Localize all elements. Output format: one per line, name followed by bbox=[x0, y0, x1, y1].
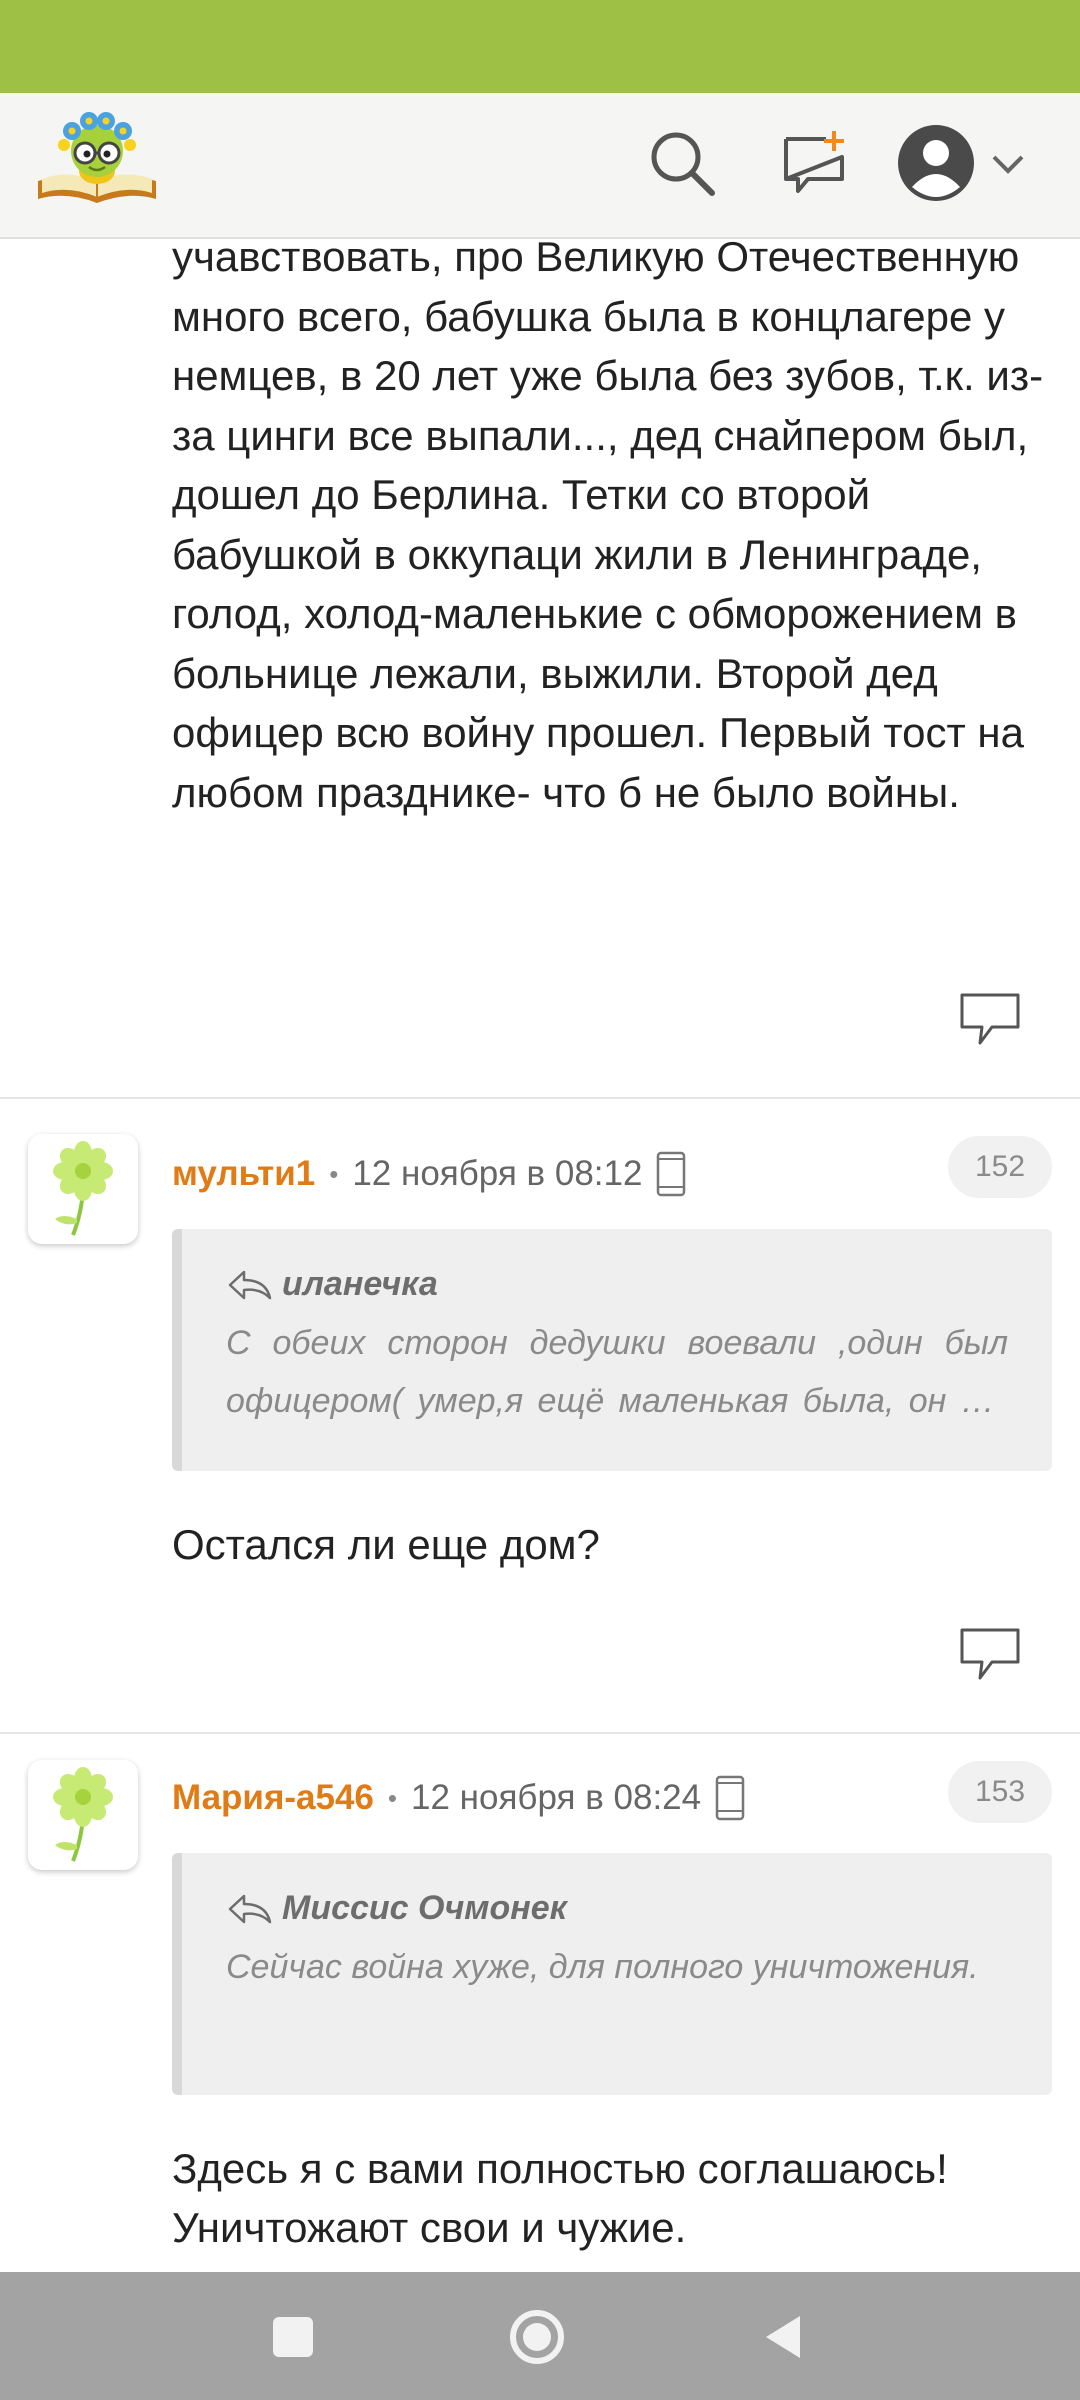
site-logo[interactable] bbox=[34, 107, 160, 207]
comment-meta: мульти1 • 12 ноября в 08:12 bbox=[172, 1146, 686, 1202]
profile-menu-button[interactable] bbox=[896, 121, 1036, 205]
mobile-device-icon bbox=[656, 1151, 686, 1197]
chevron-down-icon bbox=[992, 155, 1024, 174]
reply-arrow-icon bbox=[228, 1270, 272, 1299]
separator-dot: • bbox=[329, 1158, 339, 1189]
quoted-comment[interactable]: Миссис Очмонек Сейчас война хуже, для по… bbox=[172, 1853, 1052, 2095]
flower-avatar-icon bbox=[53, 1767, 113, 1862]
comment-text: учавствовать, про Великую Отечественную … bbox=[172, 233, 1044, 816]
reply-button[interactable] bbox=[958, 991, 1022, 1049]
comment-meta: Мария-а546 • 12 ноября в 08:24 bbox=[172, 1770, 745, 1826]
comment-number-badge[interactable]: 152 bbox=[948, 1136, 1052, 1198]
flower-avatar-icon bbox=[53, 1141, 113, 1236]
reply-arrow-icon bbox=[228, 1894, 272, 1923]
user-avatar-icon bbox=[898, 125, 974, 201]
comment-text: Здесь я с вами полностью соглашаюсь! Уни… bbox=[172, 2145, 948, 2251]
divider bbox=[0, 1097, 1080, 1099]
separator-dot: • bbox=[387, 1782, 397, 1813]
quote-text: Сейчас война хуже, для полного уничтожен… bbox=[226, 1948, 979, 1986]
app-header bbox=[0, 93, 1080, 239]
reply-icon bbox=[960, 993, 1020, 1045]
quote-header: Миссис Очмонек bbox=[226, 1889, 1008, 1928]
recent-apps-button[interactable] bbox=[260, 2304, 326, 2370]
avatar[interactable] bbox=[28, 1760, 138, 1870]
divider bbox=[0, 1732, 1080, 1734]
comment-date: 12 ноября в 08:24 bbox=[411, 1778, 702, 1817]
home-button[interactable] bbox=[504, 2304, 570, 2370]
system-nav-bar bbox=[0, 2272, 1080, 2400]
back-button[interactable] bbox=[750, 2304, 816, 2370]
reply-button[interactable] bbox=[958, 1626, 1022, 1684]
recent-apps-icon bbox=[273, 2317, 313, 2357]
home-icon bbox=[510, 2310, 564, 2364]
author-name[interactable]: мульти1 bbox=[172, 1154, 315, 1194]
comment-date: 12 ноября в 08:12 bbox=[352, 1154, 643, 1193]
mobile-device-icon bbox=[715, 1775, 745, 1821]
avatar[interactable] bbox=[28, 1134, 138, 1244]
quote-author: иланечка bbox=[282, 1265, 438, 1303]
comment-text: Остался ли еще дом? bbox=[172, 1521, 600, 1568]
back-icon bbox=[766, 2316, 800, 2358]
quoted-comment[interactable]: иланечка С обеих сторон дедушки воевали … bbox=[172, 1229, 1052, 1471]
new-message-icon bbox=[784, 131, 844, 193]
reply-icon bbox=[960, 1628, 1020, 1680]
quote-author: Миссис Очмонек bbox=[282, 1889, 567, 1927]
search-icon bbox=[651, 132, 715, 196]
quote-text: С обеих сторон дедушки воевали ,один был… bbox=[226, 1324, 1008, 1420]
search-button[interactable] bbox=[640, 121, 724, 205]
quote-header: иланечка bbox=[226, 1265, 1008, 1304]
status-bar bbox=[0, 0, 1080, 93]
author-name[interactable]: Мария-а546 bbox=[172, 1778, 374, 1818]
comment-number-badge[interactable]: 153 bbox=[948, 1761, 1052, 1823]
new-message-button[interactable] bbox=[772, 121, 856, 205]
